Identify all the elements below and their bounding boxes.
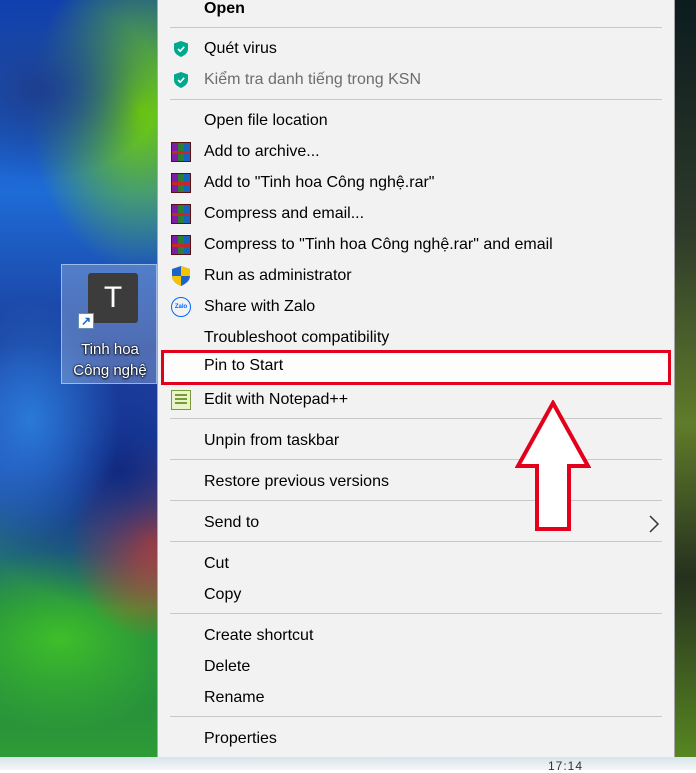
menu-item-label: Compress and email... xyxy=(204,205,365,222)
menu-item-label: Open xyxy=(204,0,245,17)
menu-item-label: Create shortcut xyxy=(204,627,314,644)
shortcut-arrow-icon: ↗ xyxy=(78,313,94,329)
menu-item-cut[interactable]: Cut xyxy=(158,548,674,579)
menu-item-edit-with-notepad[interactable]: Edit with Notepad++ xyxy=(158,384,674,415)
menu-item-label: Send to xyxy=(204,514,260,531)
menu-item-restore-previous-versions[interactable]: Restore previous versions xyxy=(158,466,674,497)
menu-item-add-to-archive[interactable]: Add to archive... xyxy=(158,136,674,167)
winrar-icon xyxy=(170,234,192,256)
menu-item-label: Open file location xyxy=(204,112,328,129)
menu-item-label: Compress to "Tinh hoa Công nghệ.rar" and… xyxy=(204,236,553,253)
menu-item-label: Unpin from taskbar xyxy=(204,432,340,449)
menu-item-add-to-rar[interactable]: Add to "Tinh hoa Công nghệ.rar" xyxy=(158,167,674,198)
menu-item-compress-and-email[interactable]: Compress and email... xyxy=(158,198,674,229)
menu-separator xyxy=(170,27,662,28)
menu-item-label: Run as administrator xyxy=(204,267,352,284)
menu-item-label: Copy xyxy=(204,586,242,603)
winrar-icon xyxy=(170,172,192,194)
taskbar xyxy=(0,757,696,770)
winrar-icon xyxy=(170,203,192,225)
menu-item-label: Troubleshoot compatibility xyxy=(204,329,390,346)
menu-item-open[interactable]: Open xyxy=(158,0,674,24)
zalo-icon-text: Zalo xyxy=(171,297,191,317)
zalo-icon: Zalo xyxy=(170,296,192,318)
menu-separator xyxy=(170,99,662,100)
shortcut-label: Tinh hoa Công nghệ xyxy=(62,339,158,381)
menu-item-troubleshoot-compatibility[interactable]: Troubleshoot compatibility xyxy=(158,322,674,353)
shortcut-label-line-2: Công nghệ xyxy=(73,362,147,379)
menu-item-send-to[interactable]: Send to xyxy=(158,507,674,538)
app-tile-icon: T xyxy=(88,273,138,323)
menu-item-pin-to-start[interactable]: Pin to Start xyxy=(161,350,671,385)
menu-item-label: Cut xyxy=(204,555,229,572)
desktop-shortcut-tinh-hoa-cong-nghe[interactable]: T ↗ Tinh hoa Công nghệ xyxy=(61,264,157,384)
menu-item-label: Pin to Start xyxy=(204,357,284,374)
menu-item-copy[interactable]: Copy xyxy=(158,579,674,610)
shield-icon xyxy=(170,38,192,60)
annotation-up-arrow-icon xyxy=(515,400,591,531)
menu-item-unpin-from-taskbar[interactable]: Unpin from taskbar xyxy=(158,425,674,456)
menu-item-label: Properties xyxy=(204,730,277,747)
notepad-plus-plus-icon xyxy=(170,389,192,411)
menu-item-compress-to-rar-and-email[interactable]: Compress to "Tinh hoa Công nghệ.rar" and… xyxy=(158,229,674,260)
menu-item-label: Delete xyxy=(204,658,251,675)
menu-item-run-as-administrator[interactable]: Run as administrator xyxy=(158,260,674,291)
menu-item-label: Add to "Tinh hoa Công nghệ.rar" xyxy=(204,174,435,191)
menu-item-label: Rename xyxy=(204,689,265,706)
desktop-wallpaper-edge xyxy=(674,0,696,770)
menu-item-check-reputation[interactable]: Kiểm tra danh tiếng trong KSN xyxy=(158,64,674,95)
menu-item-rename[interactable]: Rename xyxy=(158,682,674,713)
winrar-icon xyxy=(170,141,192,163)
menu-item-label: Add to archive... xyxy=(204,143,320,160)
menu-item-label: Quét virus xyxy=(204,40,277,57)
menu-item-properties[interactable]: Properties xyxy=(158,723,674,754)
menu-item-scan-virus[interactable]: Quét virus xyxy=(158,33,674,64)
menu-item-label: Kiểm tra danh tiếng trong KSN xyxy=(204,71,422,88)
menu-item-label: Share with Zalo xyxy=(204,298,316,315)
menu-item-open-file-location[interactable]: Open file location xyxy=(158,105,674,136)
menu-item-create-shortcut[interactable]: Create shortcut xyxy=(158,620,674,651)
menu-separator xyxy=(170,613,662,614)
taskbar-clock[interactable]: 17:14 xyxy=(548,759,583,773)
menu-separator xyxy=(170,716,662,717)
shortcut-label-line-1: Tinh hoa xyxy=(81,341,139,358)
menu-item-share-with-zalo[interactable]: Zalo Share with Zalo xyxy=(158,291,674,322)
menu-separator xyxy=(170,541,662,542)
menu-item-label: Edit with Notepad++ xyxy=(204,391,349,408)
menu-item-delete[interactable]: Delete xyxy=(158,651,674,682)
chevron-right-icon xyxy=(648,507,660,538)
menu-item-label: Restore previous versions xyxy=(204,473,389,490)
uac-shield-icon xyxy=(170,265,192,287)
shield-icon xyxy=(170,69,192,91)
